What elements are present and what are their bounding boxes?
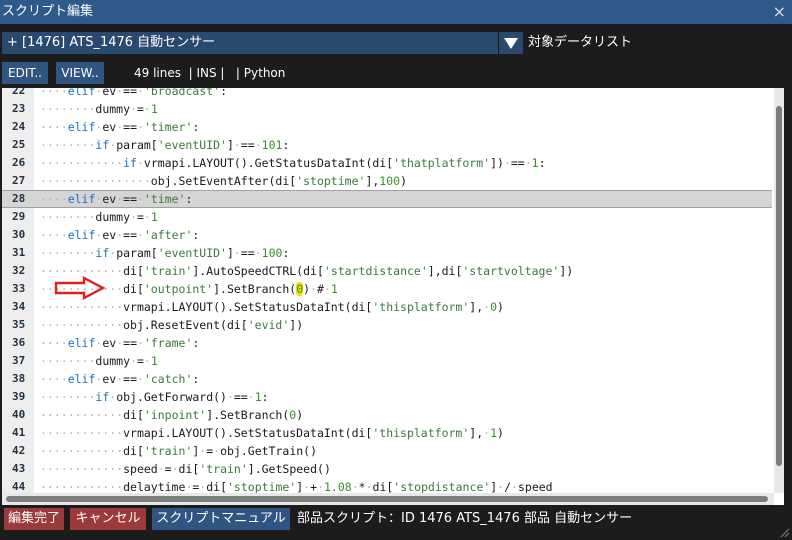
line-code: ········dummy·=·1	[40, 210, 158, 224]
code-line[interactable]: 22 ····elif·ev·==·'broadcast':	[2, 88, 772, 100]
line-code: ············if·vrmapi.LAYOUT().GetStatus…	[40, 156, 546, 170]
code-line[interactable]: 28 ····elif·ev·==·'time':	[2, 190, 772, 208]
code-line[interactable]: 35 ············obj.ResetEvent(di['evid'])	[2, 316, 772, 334]
resize-grip-icon[interactable]	[778, 526, 790, 538]
script-manual-button[interactable]: スクリプトマニュアル	[152, 508, 290, 530]
line-code: ············di['inpoint'].SetBranch(0)	[40, 408, 304, 422]
line-code: ········dummy·=·1	[40, 102, 158, 116]
line-code: ········if·obj.GetForward()·==·1:	[40, 390, 269, 404]
code-line[interactable]: 29 ········dummy·=·1	[2, 208, 772, 226]
editor-status: 49 lines | INS | | Python	[134, 66, 286, 80]
line-code: ············vrmapi.LAYOUT().SetStatusDat…	[40, 426, 504, 440]
code-line[interactable]: 25 ········if·param['eventUID']·==·101:	[2, 136, 772, 154]
line-code: ········if·param['eventUID']·==·100:	[40, 246, 290, 260]
line-code: ········if·param['eventUID']·==·101:	[40, 138, 290, 152]
horizontal-scroll-thumb[interactable]	[6, 496, 768, 502]
vertical-scrollbar[interactable]	[774, 88, 784, 493]
part-script-info: 部品スクリプト：ID 1476 ATS_1476 部品 自動センサー	[297, 511, 633, 526]
chevron-down-icon[interactable]	[499, 32, 523, 54]
line-code: ············vrmapi.LAYOUT().SetStatusDat…	[40, 300, 504, 314]
line-number: 40	[12, 408, 26, 421]
line-number: 43	[12, 462, 26, 475]
cancel-button[interactable]: キャンセル	[70, 508, 146, 530]
editor-toolbar: EDIT.. VIEW.. 49 lines | INS | | Python	[0, 62, 792, 86]
edit-menu-button[interactable]: EDIT..	[2, 62, 48, 84]
line-number: 42	[12, 444, 26, 457]
window-title: スクリプト編集	[2, 4, 94, 19]
line-number: 33	[12, 282, 26, 295]
line-code: ····elif·ev·==·'timer':	[40, 120, 200, 134]
horizontal-scrollbar[interactable]	[2, 493, 774, 505]
view-menu-button[interactable]: VIEW..	[56, 62, 104, 84]
code-line[interactable]: 27 ················obj.SetEventAfter(di['…	[2, 172, 772, 190]
script-selector[interactable]: + [1476] ATS_1476 自動センサー	[2, 32, 498, 54]
line-number: 28	[12, 192, 26, 205]
line-code: ····elif·ev·==·'frame':	[40, 336, 200, 350]
code-line[interactable]: 36 ····elif·ev·==·'frame':	[2, 334, 772, 352]
red-arrow-annotation-icon	[54, 276, 106, 300]
line-number: 25	[12, 138, 26, 151]
code-line[interactable]: 34 ············vrmapi.LAYOUT().SetStatusD…	[2, 298, 772, 316]
code-editor[interactable]: 22 ····elif·ev·==·'broadcast': 23 ········d…	[2, 88, 784, 505]
line-code: ····elif·ev·==·'broadcast':	[40, 88, 228, 98]
line-code: ····elif·ev·==·'catch':	[40, 372, 200, 386]
line-code: ····elif·ev·==·'time':	[40, 192, 193, 206]
line-number: 30	[12, 228, 26, 241]
line-code: ············speed·=·di['train'].GetSpeed…	[40, 462, 331, 476]
line-number: 32	[12, 264, 26, 277]
line-number: 36	[12, 336, 26, 349]
line-number: 41	[12, 426, 26, 439]
code-line[interactable]: 33 ············di['outpoint'].SetBranch(0…	[2, 280, 772, 298]
line-number: 35	[12, 318, 26, 331]
line-number: 39	[12, 390, 26, 403]
footer-bar: 編集完了 キャンセル スクリプトマニュアル 部品スクリプト：ID 1476 AT…	[0, 506, 792, 540]
line-code: ················obj.SetEventAfter(di['st…	[40, 174, 408, 188]
code-line[interactable]: 37 ········dummy·=·1	[2, 352, 772, 370]
line-number: 31	[12, 246, 26, 259]
vertical-scroll-thumb[interactable]	[776, 106, 782, 466]
target-data-list-link[interactable]: 対象データリスト	[528, 32, 632, 54]
line-number: 26	[12, 156, 26, 169]
line-number: 38	[12, 372, 26, 385]
line-code: ····elif·ev·==·'after':	[40, 228, 200, 242]
line-number: 37	[12, 354, 26, 367]
line-number: 27	[12, 174, 26, 187]
code-line[interactable]: 38 ····elif·ev·==·'catch':	[2, 370, 772, 388]
code-line[interactable]: 42 ············di['train']·=·obj.GetTrain…	[2, 442, 772, 460]
line-number: 24	[12, 120, 26, 133]
code-line[interactable]: 24 ····elif·ev·==·'timer':	[2, 118, 772, 136]
line-code: ············di['train']·=·obj.GetTrain()	[40, 444, 318, 458]
line-code: ············di['train'].AutoSpeedCTRL(di…	[40, 264, 574, 278]
code-line[interactable]: 23 ········dummy·=·1	[2, 100, 772, 118]
code-line[interactable]: 26 ············if·vrmapi.LAYOUT().GetStat…	[2, 154, 772, 172]
script-selector-row: + [1476] ATS_1476 自動センサー 対象データリスト	[0, 24, 792, 62]
line-code: ············obj.ResetEvent(di['evid'])	[40, 318, 304, 332]
line-code: ········dummy·=·1	[40, 354, 158, 368]
line-number: 22	[12, 88, 26, 97]
code-line[interactable]: 32 ············di['train'].AutoSpeedCTRL(…	[2, 262, 772, 280]
code-line[interactable]: 41 ············vrmapi.LAYOUT().SetStatusD…	[2, 424, 772, 442]
close-icon[interactable]: ×	[773, 0, 786, 24]
code-line[interactable]: 30 ····elif·ev·==·'after':	[2, 226, 772, 244]
code-line[interactable]: 43 ············speed·=·di['train'].GetSpe…	[2, 460, 772, 478]
code-line[interactable]: 40 ············di['inpoint'].SetBranch(0)	[2, 406, 772, 424]
finish-edit-button[interactable]: 編集完了	[4, 508, 64, 530]
line-number: 34	[12, 300, 26, 313]
title-bar: スクリプト編集 ×	[0, 0, 792, 24]
line-number: 29	[12, 210, 26, 223]
code-line[interactable]: 31 ········if·param['eventUID']·==·100:	[2, 244, 772, 262]
line-number: 23	[12, 102, 26, 115]
code-line[interactable]: 39 ········if·obj.GetForward()·==·1:	[2, 388, 772, 406]
